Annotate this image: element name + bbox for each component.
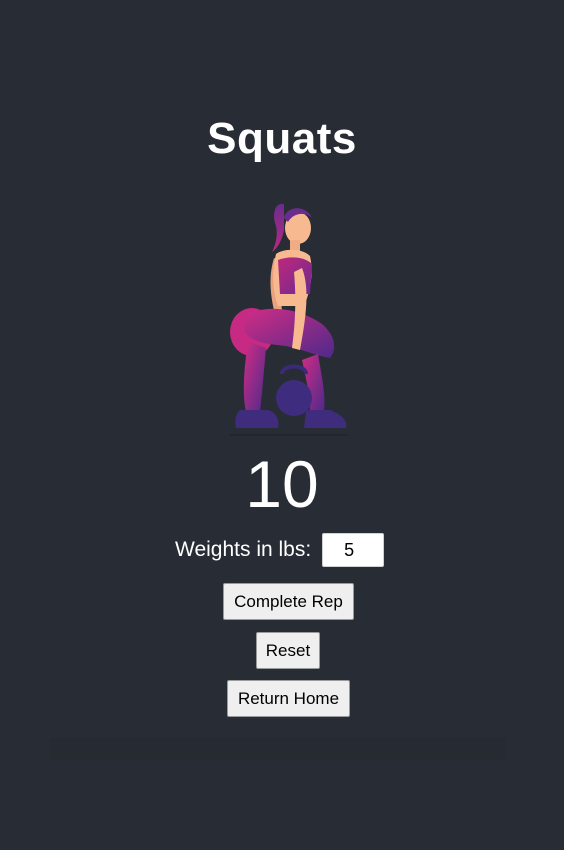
reset-button[interactable]: Reset <box>256 632 320 669</box>
rep-counter: 10 <box>245 447 319 521</box>
complete-rep-button[interactable]: Complete Rep <box>223 583 354 620</box>
weight-row: Weights in lbs: <box>175 532 385 568</box>
weight-input[interactable] <box>322 533 385 567</box>
bottom-bar <box>50 738 506 760</box>
weight-label: Weights in lbs: <box>175 538 312 561</box>
return-home-button[interactable]: Return Home <box>227 680 350 717</box>
woman-kettlebell-squat-illustration <box>230 203 348 436</box>
exercise-title: Squats <box>207 114 357 163</box>
